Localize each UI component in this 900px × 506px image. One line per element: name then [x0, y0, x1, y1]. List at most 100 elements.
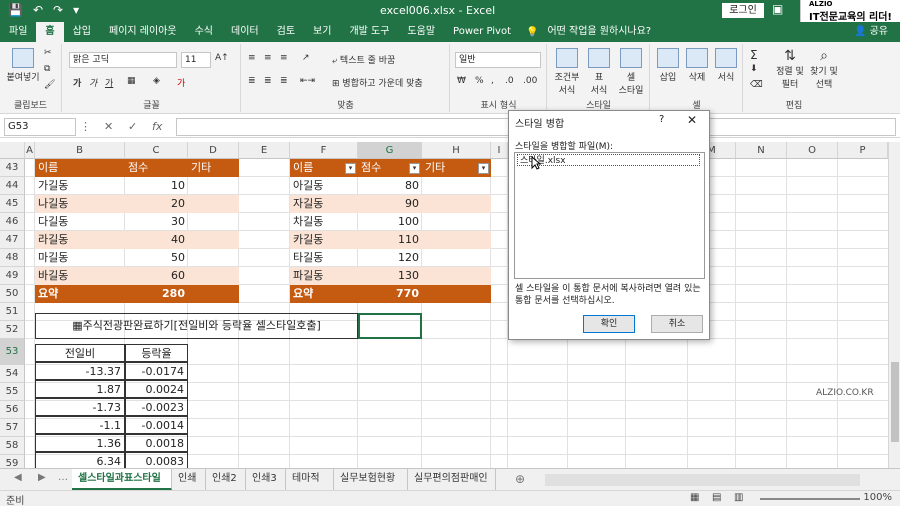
t1-header-name[interactable]: 이름 — [35, 159, 125, 177]
table2-cell[interactable] — [422, 195, 491, 213]
italic-icon[interactable]: 가 — [89, 76, 97, 89]
table2-cell[interactable] — [422, 249, 491, 267]
underline-icon[interactable]: 가 — [105, 76, 113, 89]
table3-cell[interactable]: 0.0018 — [125, 434, 188, 452]
t2-summary-value[interactable]: 770 — [358, 285, 422, 303]
insert-function-icon[interactable]: fx — [152, 120, 162, 133]
table2-cell[interactable] — [422, 213, 491, 231]
row-header[interactable]: 46 — [0, 213, 25, 231]
ribbon-display-icon[interactable]: ▣ — [772, 2, 783, 16]
table3-cell[interactable]: -0.0023 — [125, 398, 188, 416]
row-header[interactable]: 58 — [0, 437, 25, 455]
sheet-tab[interactable]: 테마적용 — [286, 469, 334, 504]
insert-cells-button[interactable]: 삽입 — [655, 48, 681, 83]
table2-cell[interactable]: 차길동 — [290, 213, 358, 231]
row-header[interactable]: 55 — [0, 383, 25, 401]
col-header-f[interactable]: F — [290, 142, 358, 159]
title-merged-cell[interactable]: ▦주식전광판완료하기[전일비와 등락율 셀스타일호출] — [35, 313, 358, 339]
font-size-box[interactable]: 11 — [181, 52, 211, 68]
tab-file[interactable]: 파일 — [0, 22, 36, 42]
filter-dropdown-icon[interactable]: ▾ — [345, 163, 356, 174]
increase-decimal-icon[interactable]: .0 — [505, 76, 514, 86]
table3-cell[interactable]: 1.87 — [35, 380, 125, 398]
table2-cell[interactable]: 타길동 — [290, 249, 358, 267]
row-header[interactable]: 54 — [0, 365, 25, 383]
format-cells-button[interactable]: 서식 — [713, 48, 739, 83]
more-sheets-icon[interactable]: … — [58, 472, 68, 483]
col-header-d[interactable]: D — [188, 142, 239, 159]
row-header[interactable]: 45 — [0, 195, 25, 213]
cancel-button[interactable]: 취소 — [651, 315, 703, 333]
new-sheet-icon[interactable]: ⊕ — [515, 472, 525, 486]
next-sheet-icon[interactable]: ▶ — [38, 472, 46, 483]
enter-icon[interactable]: ✓ — [128, 120, 137, 133]
col-header-e[interactable]: E — [239, 142, 290, 159]
tab-formulas[interactable]: 수식 — [186, 22, 222, 42]
t3-header-rate[interactable]: 등락율 — [125, 344, 188, 362]
worksheet-grid[interactable]: A B C D E F G H I J K L M N O P 43444546… — [0, 142, 888, 468]
table3-cell[interactable]: -1.1 — [35, 416, 125, 434]
table1-cell[interactable]: 가길동 — [35, 177, 125, 195]
tell-me-search[interactable]: 어떤 작업을 원하시나요? — [538, 22, 660, 42]
tab-data[interactable]: 데이터 — [222, 22, 268, 42]
table1-cell[interactable]: 30 — [125, 213, 188, 231]
format-painter-icon[interactable]: 🖌 — [44, 80, 55, 90]
table3-cell[interactable]: 0.0083 — [125, 452, 188, 468]
col-header-p[interactable]: P — [838, 142, 888, 159]
align-bottom-icon[interactable]: ≡ — [280, 53, 288, 63]
filter-dropdown-icon[interactable]: ▾ — [478, 163, 489, 174]
format-table-button[interactable]: 표 서식 — [584, 48, 614, 96]
wrap-text-button[interactable]: ⤶ 텍스트 줄 바꿈 — [332, 53, 395, 66]
table1-cell[interactable]: 50 — [125, 249, 188, 267]
table1-cell[interactable]: 나길동 — [35, 195, 125, 213]
customize-qat-icon[interactable]: ▾ — [73, 3, 79, 17]
row-header[interactable]: 43 — [0, 159, 25, 177]
table3-cell[interactable]: -13.37 — [35, 362, 125, 380]
sheet-tab[interactable]: 셀스타일과표스타일 — [72, 469, 172, 490]
table2-cell[interactable]: 130 — [358, 267, 422, 285]
font-color-icon[interactable]: 가 — [177, 76, 185, 89]
select-all-corner[interactable] — [0, 142, 25, 159]
row-header[interactable]: 50 — [0, 285, 25, 303]
t2-summary-label[interactable]: 요약 — [290, 285, 358, 303]
table1-cell[interactable] — [188, 177, 239, 195]
fill-color-icon[interactable]: ◈ — [153, 76, 160, 86]
table2-cell[interactable]: 100 — [358, 213, 422, 231]
tab-home[interactable]: 홈 — [36, 22, 64, 42]
find-select-button[interactable]: ⌕ 찾기 및 선택 — [808, 48, 840, 90]
percent-icon[interactable]: % — [475, 76, 484, 86]
table2-cell[interactable]: 파길동 — [290, 267, 358, 285]
scroll-thumb[interactable] — [891, 362, 899, 442]
table1-cell[interactable] — [188, 231, 239, 249]
ok-button[interactable]: 확인 — [583, 315, 635, 333]
row-header[interactable]: 56 — [0, 401, 25, 419]
t1-summary-label[interactable]: 요약 — [35, 285, 125, 303]
accounting-icon[interactable]: ₩ — [457, 76, 466, 86]
sheet-tab[interactable]: 인쇄 — [172, 469, 206, 490]
paste-button[interactable]: 붙여넣기 — [5, 48, 41, 83]
tab-view[interactable]: 보기 — [304, 22, 340, 42]
table1-cell[interactable]: 다길동 — [35, 213, 125, 231]
col-header-o[interactable]: O — [787, 142, 838, 159]
sheet-tab[interactable]: 인쇄3 — [246, 469, 286, 490]
undo-icon[interactable]: ↶ — [33, 3, 43, 17]
t1-header-score[interactable]: 점수 — [125, 159, 188, 177]
cut-icon[interactable]: ✂ — [44, 48, 52, 58]
table2-cell[interactable] — [422, 231, 491, 249]
workbook-list-item[interactable]: 스타일.xlsx — [517, 154, 700, 166]
sheet-tab[interactable]: 인쇄2 — [206, 469, 246, 490]
align-center-icon[interactable]: ≣ — [264, 76, 272, 86]
merge-center-button[interactable]: ⊞ 병합하고 가운데 맞춤 — [332, 76, 423, 89]
align-left-icon[interactable]: ≣ — [248, 76, 256, 86]
col-header-g[interactable]: G — [358, 142, 422, 159]
row-header[interactable]: 44 — [0, 177, 25, 195]
table2-cell[interactable]: 카길동 — [290, 231, 358, 249]
align-middle-icon[interactable]: ≡ — [264, 53, 272, 63]
page-layout-icon[interactable]: ▤ — [712, 492, 721, 503]
table1-cell[interactable]: 10 — [125, 177, 188, 195]
horizontal-scrollbar[interactable] — [545, 474, 860, 486]
cell-styles-button[interactable]: 셀 스타일 — [616, 48, 646, 96]
table1-cell[interactable]: 바길동 — [35, 267, 125, 285]
help-icon[interactable]: ? — [659, 114, 664, 125]
tab-developer[interactable]: 개발 도구 — [340, 22, 398, 42]
